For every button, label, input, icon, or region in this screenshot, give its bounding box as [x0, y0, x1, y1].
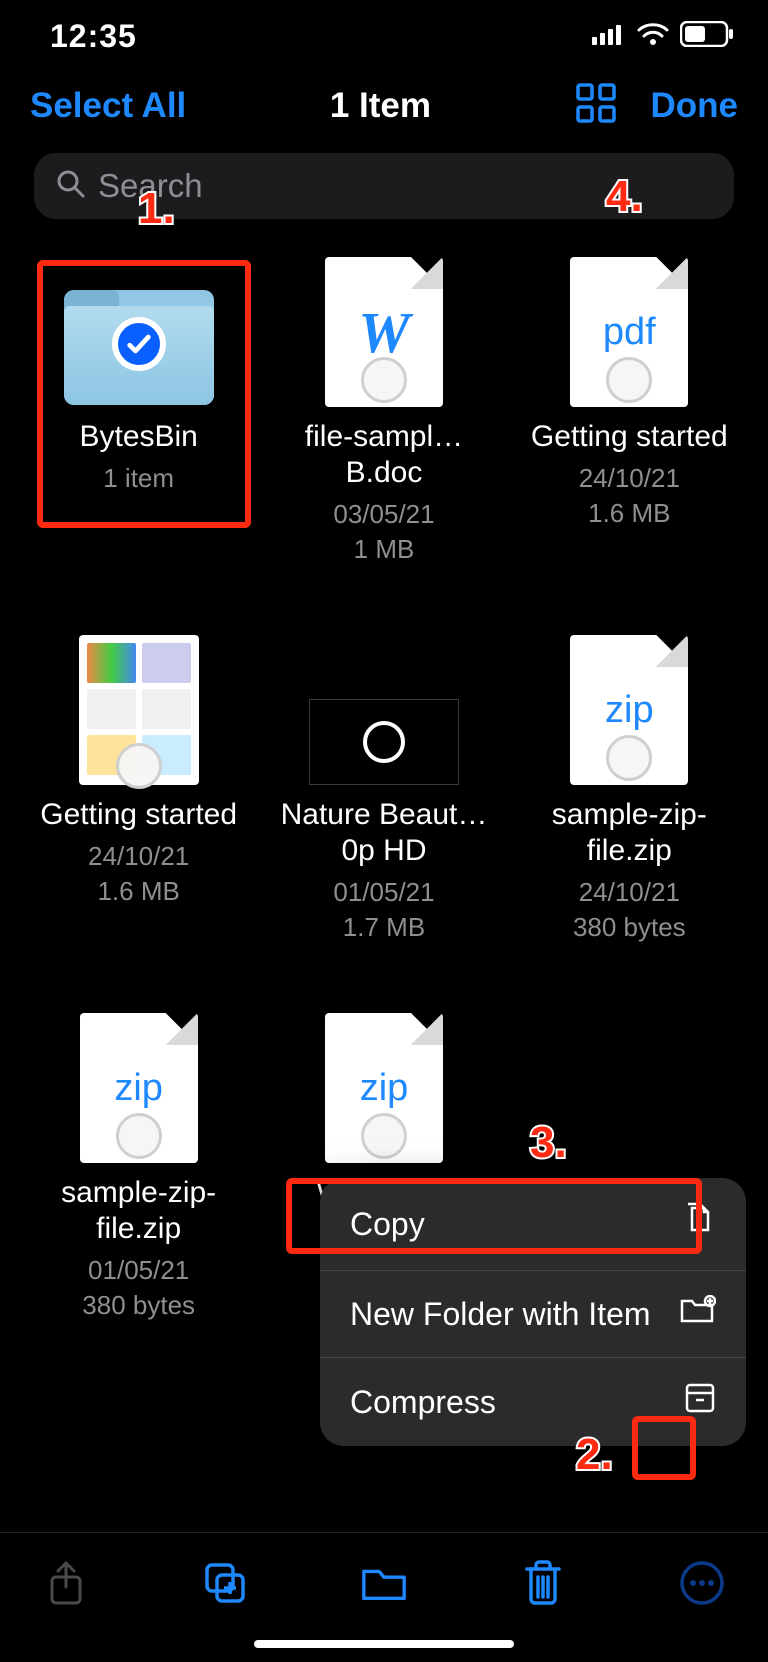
- folder-plus-icon: [680, 1295, 716, 1333]
- file-name: Nature Beaut…0p HD: [274, 797, 494, 869]
- view-toggle-icon[interactable]: [575, 82, 617, 129]
- page-title: 1 Item: [330, 86, 431, 126]
- menu-item-label: Copy: [350, 1206, 425, 1243]
- file-size: 1.6 MB: [97, 876, 179, 907]
- menu-item-new-folder[interactable]: New Folder with Item: [320, 1270, 746, 1357]
- file-name: Getting started: [40, 797, 237, 833]
- selected-checkmark-icon: [112, 317, 166, 371]
- duplicate-button[interactable]: [201, 1559, 249, 1607]
- file-name: sample-zip-file.zip: [519, 797, 739, 869]
- file-item-zip[interactable]: zip sample-zip-file.zip 24/10/21 380 byt…: [507, 635, 752, 943]
- status-time: 12:35: [50, 18, 137, 55]
- file-item-zip[interactable]: zip sample-zip-file.zip 01/05/21 380 byt…: [16, 1013, 261, 1321]
- video-thumbnail-icon: [309, 699, 459, 785]
- archive-icon: [684, 1382, 716, 1422]
- file-type-label: pdf: [603, 311, 656, 354]
- files-grid: BytesBin 1 item W file-sampl…B.doc 03/05…: [0, 227, 768, 1321]
- selection-ring-icon: [361, 357, 407, 403]
- context-menu: Copy New Folder with Item Compress: [320, 1178, 746, 1446]
- navigation-bar: Select All 1 Item Done: [0, 62, 768, 139]
- file-size: 1 MB: [354, 534, 415, 565]
- selection-ring-icon: [116, 743, 162, 789]
- cellular-icon: [592, 23, 626, 50]
- status-bar: 12:35: [0, 0, 768, 62]
- selection-ring-icon: [606, 735, 652, 781]
- file-size: 380 bytes: [82, 1290, 195, 1321]
- document-icon: zip: [80, 1013, 198, 1163]
- selection-ring-icon: [361, 1113, 407, 1159]
- status-right: [592, 21, 734, 52]
- share-button[interactable]: [42, 1559, 90, 1607]
- file-type-label: zip: [605, 689, 654, 732]
- file-type-label: zip: [360, 1067, 409, 1110]
- done-button[interactable]: Done: [651, 86, 739, 126]
- selection-ring-icon: [116, 1113, 162, 1159]
- file-size: 1.6 MB: [588, 498, 670, 529]
- more-button[interactable]: [678, 1559, 726, 1607]
- battery-icon: [680, 21, 734, 52]
- file-item-pdf[interactable]: pdf Getting started 24/10/21 1.6 MB: [507, 257, 752, 565]
- menu-item-copy[interactable]: Copy: [320, 1178, 746, 1270]
- move-button[interactable]: [360, 1559, 408, 1607]
- search-placeholder: Search: [98, 167, 203, 205]
- selection-ring-icon: [606, 357, 652, 403]
- document-icon: pdf: [570, 257, 688, 407]
- file-size: 380 bytes: [573, 912, 686, 943]
- document-icon: zip: [325, 1013, 443, 1163]
- file-type-label: zip: [114, 1067, 163, 1110]
- menu-item-label: Compress: [350, 1384, 496, 1421]
- file-date: 24/10/21: [88, 841, 189, 872]
- file-item-doc[interactable]: W file-sampl…B.doc 03/05/21 1 MB: [261, 257, 506, 565]
- copy-icon: [684, 1202, 716, 1246]
- file-item-pdf-image[interactable]: Getting started 24/10/21 1.6 MB: [16, 635, 261, 943]
- delete-button[interactable]: [519, 1559, 567, 1607]
- file-item-video[interactable]: Nature Beaut…0p HD 01/05/21 1.7 MB: [261, 635, 506, 943]
- wifi-icon: [636, 22, 670, 51]
- document-thumbnail-icon: [79, 635, 199, 785]
- search-icon: [56, 169, 86, 204]
- document-icon: zip: [570, 635, 688, 785]
- file-name: Getting started: [531, 419, 728, 455]
- search-input[interactable]: Search: [34, 153, 734, 219]
- file-name: sample-zip-file.zip: [29, 1175, 249, 1247]
- home-indicator: [254, 1640, 514, 1648]
- file-date: 01/05/21: [333, 877, 434, 908]
- menu-item-compress[interactable]: Compress: [320, 1357, 746, 1446]
- select-all-button[interactable]: Select All: [30, 86, 186, 126]
- menu-item-label: New Folder with Item: [350, 1296, 651, 1333]
- file-name: file-sampl…B.doc: [274, 419, 494, 491]
- file-size: 1.7 MB: [343, 912, 425, 943]
- document-icon: W: [325, 257, 443, 407]
- file-item-folder-bytesbin[interactable]: BytesBin 1 item: [16, 257, 261, 565]
- file-meta: 1 item: [103, 463, 174, 494]
- file-date: 01/05/21: [88, 1255, 189, 1286]
- file-date: 24/10/21: [579, 877, 680, 908]
- file-type-label: W: [358, 299, 410, 366]
- file-date: 03/05/21: [333, 499, 434, 530]
- file-name: BytesBin: [79, 419, 197, 455]
- file-date: 24/10/21: [579, 463, 680, 494]
